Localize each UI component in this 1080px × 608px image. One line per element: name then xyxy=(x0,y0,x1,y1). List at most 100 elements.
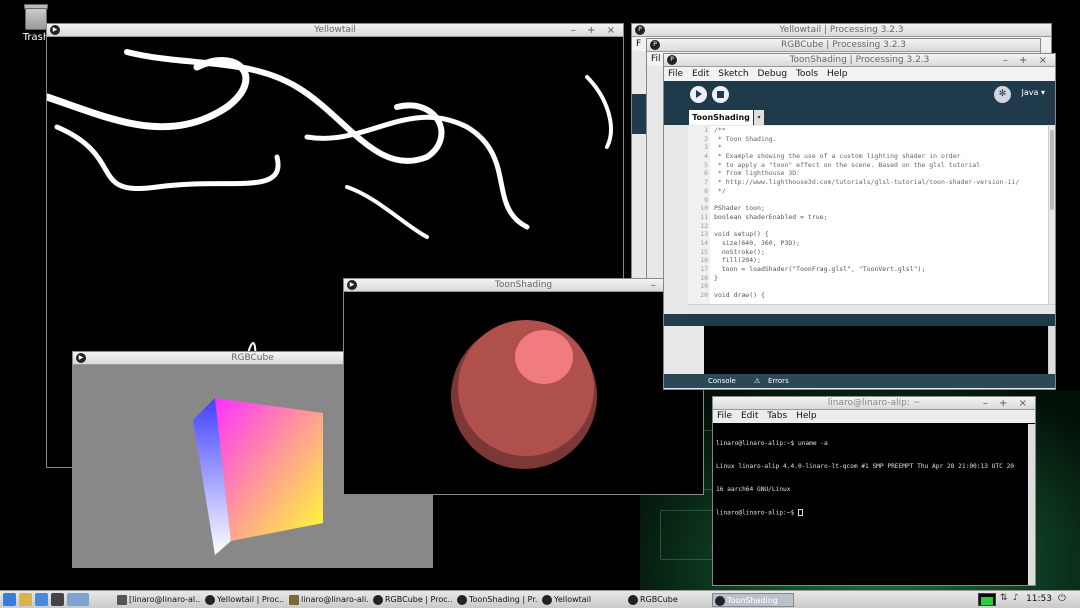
line-number: 11 xyxy=(700,212,708,221)
line-number: 13 xyxy=(700,230,708,239)
menu-help[interactable]: Help xyxy=(827,69,848,79)
menu-edit[interactable]: Edit xyxy=(692,69,709,79)
volume-icon[interactable]: ♪ xyxy=(1013,593,1024,606)
terminal-cursor xyxy=(797,508,803,516)
tab-errors[interactable]: Errors xyxy=(768,374,789,388)
code-line: * Example showing the use of a custom li… xyxy=(714,152,961,161)
terminal-menubar: File Edit Tabs Help xyxy=(713,410,1035,423)
line-number: 5 xyxy=(704,160,708,169)
processing-icon: P xyxy=(667,55,677,65)
line-number: 8 xyxy=(704,186,708,195)
menu-debug[interactable]: Debug xyxy=(757,69,787,79)
tab-menu-arrow[interactable]: ▾ xyxy=(754,110,764,125)
network-icon[interactable]: ⇅ xyxy=(1000,593,1011,606)
file-manager-icon[interactable] xyxy=(19,593,32,606)
editor-hscrollbar[interactable] xyxy=(688,304,1055,314)
code-line: * xyxy=(714,143,722,152)
menu-tools[interactable]: Tools xyxy=(796,69,818,79)
run-button[interactable] xyxy=(690,86,707,103)
task-terminal[interactable]: [linaro@linaro-al... xyxy=(115,593,201,607)
menu-launcher-icon[interactable] xyxy=(3,593,16,606)
task-toonshading[interactable]: ToonShading xyxy=(712,593,794,607)
cpu-monitor xyxy=(978,593,996,606)
code-line: * from lighthouse 3D: xyxy=(714,169,801,178)
clock[interactable]: 11:53 xyxy=(1026,594,1052,604)
line-number: 7 xyxy=(704,178,708,187)
toonshading-titlebar[interactable]: ▶ ToonShading – + × xyxy=(344,279,703,292)
pde-toon-titlebar[interactable]: P ToonShading | Processing 3.2.3 – + × xyxy=(664,54,1055,67)
task-pde-rgbcube[interactable]: RGBCube | Proc... xyxy=(371,593,453,607)
code-line: fill(204); xyxy=(714,256,761,265)
window-title: ToonShading xyxy=(494,280,553,290)
console-vscrollbar[interactable] xyxy=(1048,326,1055,374)
processing-icon: P xyxy=(650,40,660,50)
window-title: Yellowtail | Processing 3.2.3 xyxy=(779,25,904,35)
terminal-output[interactable]: linaro@linaro-alip:~$ uname -a Linux lin… xyxy=(713,423,1027,534)
desktop: Trash P Yellowtail | Processing 3.2.3 F … xyxy=(0,0,1080,590)
code-line: void draw() { xyxy=(714,291,765,300)
menu-tabs[interactable]: Tabs xyxy=(767,411,787,421)
console-tabs: Console ⚠ Errors xyxy=(664,374,1055,388)
window-controls[interactable]: – + × xyxy=(1003,54,1051,67)
line-number: 12 xyxy=(700,221,708,230)
code-editor[interactable]: 1 2 3 4 5 6 7 8 9 10 11 12 13 14 15 16 17 18 19 20 /** * To… xyxy=(688,126,1055,304)
scroll-thumb[interactable] xyxy=(1050,130,1054,210)
pde-yellowtail-titlebar[interactable]: P Yellowtail | Processing 3.2.3 xyxy=(632,24,1051,37)
terminal-titlebar[interactable]: linaro@linaro-alip: ~ – + × xyxy=(713,397,1035,410)
console-output[interactable] xyxy=(704,326,1055,374)
power-icon[interactable]: ⏻ xyxy=(1058,593,1070,606)
line-number: 2 xyxy=(704,134,708,143)
terminal-vscrollbar[interactable] xyxy=(1028,424,1035,585)
brush-stroke xyxy=(124,49,445,164)
menu-help[interactable]: Help xyxy=(796,411,817,421)
code-line: } xyxy=(714,273,718,282)
processing-icon: P xyxy=(635,25,645,35)
window-title: ToonShading | Processing 3.2.3 xyxy=(789,55,930,65)
task-yellowtail[interactable]: Yellowtail xyxy=(540,593,624,607)
pde-tabrow: ToonShading ▾ xyxy=(664,108,1055,125)
window-title: Yellowtail xyxy=(314,25,356,35)
window-controls[interactable]: – + × xyxy=(983,397,1031,410)
stop-button[interactable] xyxy=(712,86,729,103)
terminal-window[interactable]: linaro@linaro-alip: ~ – + × File Edit Ta… xyxy=(712,396,1036,586)
window-title: RGBCube xyxy=(231,353,274,363)
terminal-launcher-icon[interactable] xyxy=(51,593,64,606)
window-controls[interactable]: – + × xyxy=(571,24,619,37)
code-line: */ xyxy=(714,186,726,195)
yellowtail-titlebar[interactable]: ▶ Yellowtail – + × xyxy=(47,24,623,37)
menu-file[interactable]: File xyxy=(717,411,732,421)
terminal-line: linaro@linaro-alip:~$ uname -a xyxy=(716,440,828,448)
code-text[interactable]: /** * Toon Shading. * * Example showing … xyxy=(714,126,1049,300)
pde-window-toonshading[interactable]: P ToonShading | Processing 3.2.3 – + × F… xyxy=(663,53,1056,390)
line-number: 14 xyxy=(700,238,708,247)
editor-vscrollbar[interactable] xyxy=(1048,126,1055,304)
task-terminal-2[interactable]: linaro@linaro-ali... xyxy=(287,593,369,607)
tab-console[interactable]: Console xyxy=(708,374,736,388)
pde-rgbcube-titlebar[interactable]: P RGBCube | Processing 3.2.3 xyxy=(647,39,1040,52)
toonshading-canvas[interactable] xyxy=(344,292,703,494)
desktop-switcher-icon[interactable] xyxy=(67,593,89,606)
menu-edit[interactable]: Edit xyxy=(741,411,758,421)
line-number: 9 xyxy=(704,195,708,204)
browser-icon[interactable] xyxy=(35,593,48,606)
debug-mode-button[interactable]: ✻ xyxy=(994,86,1011,103)
task-pde-toonshading[interactable]: ToonShading | Pr... xyxy=(455,593,537,607)
cube-face-front xyxy=(215,398,323,541)
menu-sketch[interactable]: Sketch xyxy=(718,69,748,79)
warning-icon: ⚠ xyxy=(754,377,761,385)
code-line: noStroke(); xyxy=(714,247,765,256)
brush-stroke xyxy=(47,57,250,131)
mode-selector[interactable]: Java ▾ xyxy=(1022,88,1045,97)
brush-stroke xyxy=(304,114,530,230)
tab-toonshading[interactable]: ToonShading xyxy=(689,110,753,125)
menu-file[interactable]: File xyxy=(668,69,683,79)
task-rgbcube[interactable]: RGBCube xyxy=(626,593,710,607)
message-area xyxy=(664,314,1055,326)
terminal-line: 16 aarch64 GNU/Linux xyxy=(716,485,791,493)
toonshading-sketch-window[interactable]: ▶ ToonShading – + × xyxy=(343,278,704,495)
task-pde-yellowtail[interactable]: Yellowtail | Proc... xyxy=(203,593,285,607)
line-number: 4 xyxy=(704,152,708,161)
